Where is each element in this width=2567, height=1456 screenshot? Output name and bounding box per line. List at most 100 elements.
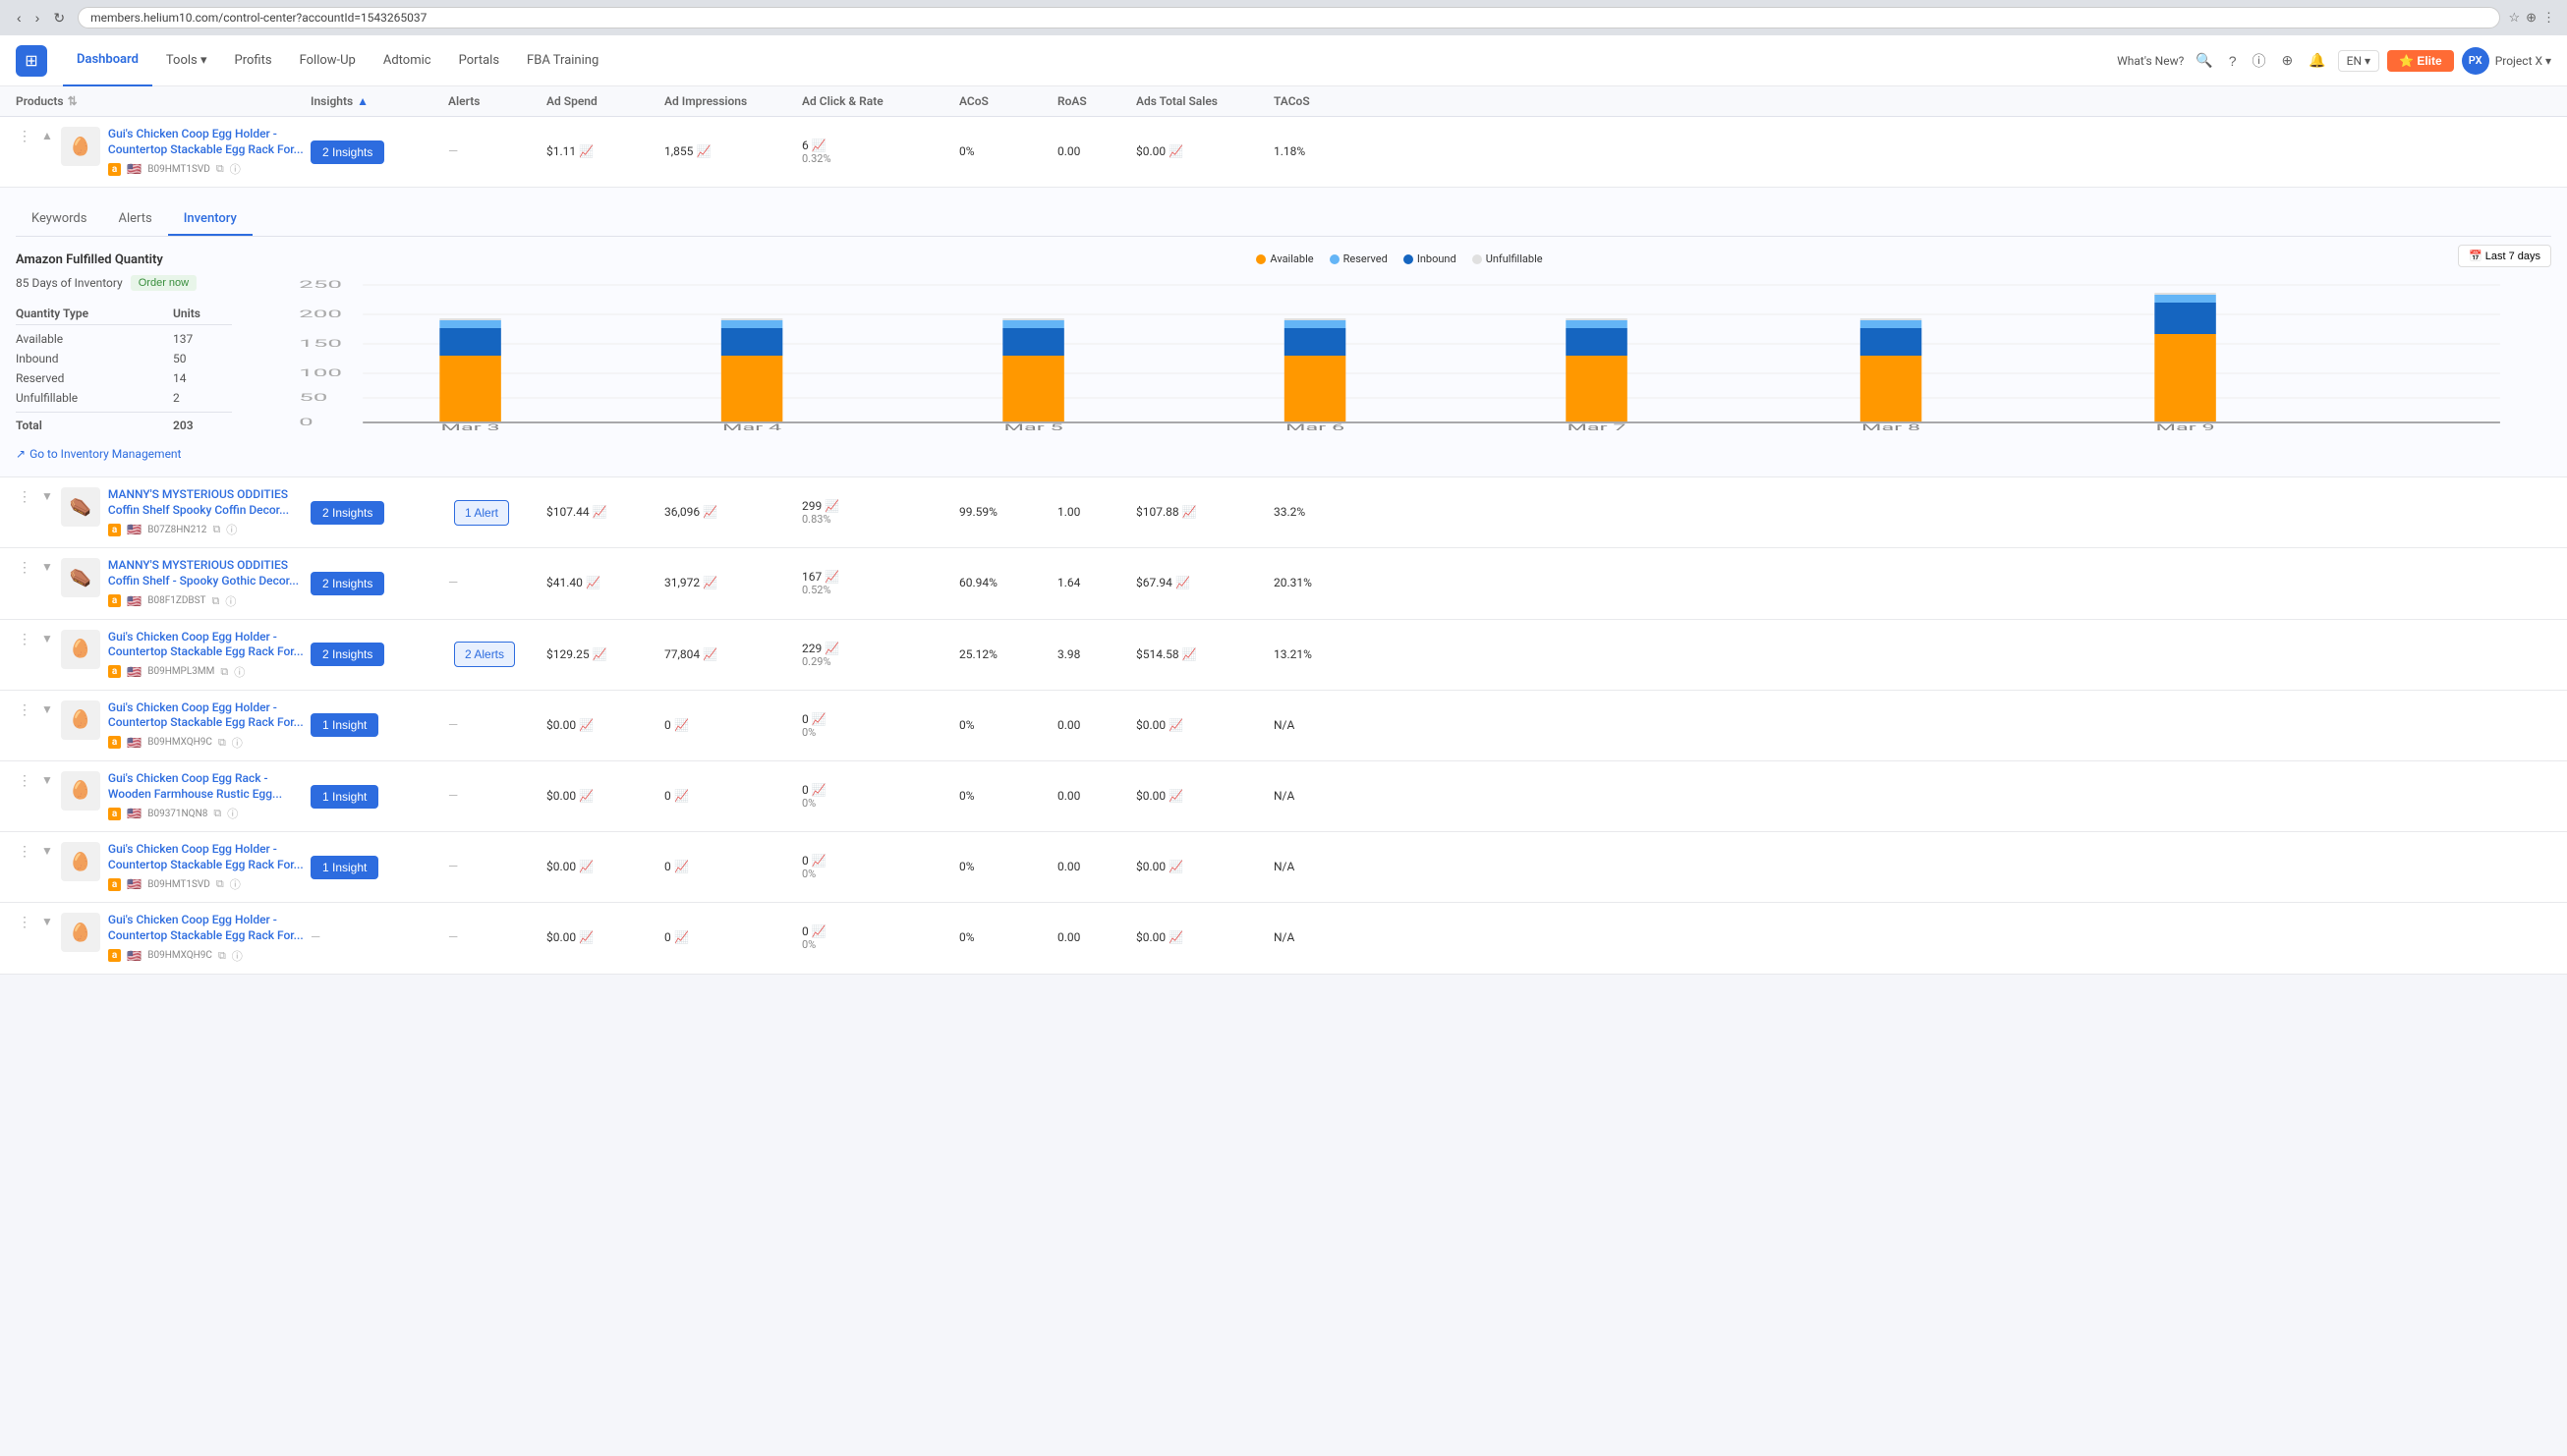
info-icon-b1[interactable]: ⓘ (225, 593, 236, 609)
nav-followup[interactable]: Follow-Up (286, 35, 370, 86)
info-icon-b6[interactable]: ⓘ (232, 948, 243, 964)
row-expand-b3[interactable]: ▼ (41, 702, 53, 716)
app-logo[interactable]: ⊞ (16, 45, 47, 77)
chart-icon-sales-b3[interactable]: 📈 (1169, 718, 1183, 732)
row-menu-b5[interactable]: ⋮ (16, 842, 33, 862)
adimpressions-chart-2[interactable]: 📈 (703, 505, 717, 519)
row-expand-b4[interactable]: ▼ (41, 773, 53, 787)
chart-icon-sales-b4[interactable]: 📈 (1169, 789, 1183, 803)
copy-icon-2[interactable]: ⧉ (212, 523, 220, 536)
back-button[interactable]: ‹ (12, 8, 27, 28)
url-bar[interactable]: members.helium10.com/control-center?acco… (78, 7, 2500, 28)
copy-icon-b2[interactable]: ⧉ (220, 665, 228, 679)
info-icon-1[interactable]: ⓘ (230, 161, 241, 177)
date-range-button[interactable]: 📅 Last 7 days (2458, 245, 2551, 267)
copy-icon-b1[interactable]: ⧉ (212, 594, 220, 608)
order-now-button[interactable]: Order now (131, 275, 197, 291)
tab-keywords[interactable]: Keywords (16, 203, 102, 236)
nav-fba-training[interactable]: FBA Training (513, 35, 612, 86)
info-icon-b5[interactable]: ⓘ (230, 876, 241, 892)
chart-icon-adspend-b6[interactable]: 📈 (579, 930, 594, 944)
copy-icon-b6[interactable]: ⧉ (218, 949, 226, 963)
row-expand-1[interactable]: ▲ (41, 129, 53, 142)
row-menu-1[interactable]: ⋮ (16, 127, 33, 146)
nav-adtomic[interactable]: Adtomic (370, 35, 445, 86)
info-button[interactable]: ⓘ (2249, 47, 2270, 75)
info-icon-b4[interactable]: ⓘ (227, 806, 238, 821)
copy-icon-b5[interactable]: ⧉ (216, 877, 224, 891)
adimpressions-chart-1[interactable]: 📈 (697, 144, 712, 158)
copy-icon-b4[interactable]: ⧉ (213, 807, 221, 820)
insights-btn-b1[interactable]: 2 Insights (311, 572, 384, 595)
alerts-btn-b2[interactable]: 2 Alerts (454, 642, 515, 667)
row-menu-2[interactable]: ⋮ (16, 487, 33, 507)
row-expand-b6[interactable]: ▼ (41, 915, 53, 928)
chart-icon-sales-b1[interactable]: 📈 (1175, 576, 1190, 589)
forward-button[interactable]: › (30, 8, 45, 28)
chart-icon-adimpr-b2[interactable]: 📈 (703, 647, 717, 661)
col-products[interactable]: Products ⇅ (16, 94, 311, 108)
row-expand-2[interactable]: ▼ (41, 489, 53, 503)
col-insights[interactable]: Insights ▲ (311, 94, 448, 108)
row-menu-b3[interactable]: ⋮ (16, 700, 33, 720)
adstotalsales-chart-1[interactable]: 📈 (1169, 144, 1183, 158)
search-button[interactable]: 🔍 (2192, 48, 2216, 73)
chart-icon-adimpr-b1[interactable]: 📈 (703, 576, 717, 589)
chart-icon-sales-b5[interactable]: 📈 (1169, 860, 1183, 873)
chart-icon-sales-b2[interactable]: 📈 (1182, 647, 1197, 661)
product-name-b4[interactable]: Gui's Chicken Coop Egg Rack - Wooden Far… (108, 771, 311, 802)
chart-icon-adimpr-b5[interactable]: 📈 (674, 860, 689, 873)
info-icon-b3[interactable]: ⓘ (232, 735, 243, 751)
chart-icon-adimpr-b3[interactable]: 📈 (674, 718, 689, 732)
insights-btn-b5[interactable]: 1 Insight (311, 856, 378, 879)
product-name-1[interactable]: Gui's Chicken Coop Egg Holder - Countert… (108, 127, 311, 157)
info-icon-2[interactable]: ⓘ (226, 522, 237, 537)
language-selector[interactable]: EN ▾ (2338, 50, 2379, 72)
elite-button[interactable]: ⭐ Elite (2387, 50, 2454, 72)
chart-icon-adspend-b5[interactable]: 📈 (579, 860, 594, 873)
product-name-b3[interactable]: Gui's Chicken Coop Egg Holder - Countert… (108, 700, 311, 731)
row-menu-b1[interactable]: ⋮ (16, 558, 33, 578)
row-expand-b5[interactable]: ▼ (41, 844, 53, 858)
whats-new-link[interactable]: What's New? (2117, 54, 2184, 68)
product-name-b6[interactable]: Gui's Chicken Coop Egg Holder - Countert… (108, 913, 311, 943)
alerts-button-2[interactable]: 1 Alert (454, 500, 509, 526)
row-expand-b1[interactable]: ▼ (41, 560, 53, 574)
product-name-2[interactable]: MANNY'S MYSTERIOUS ODDITIES Coffin Shelf… (108, 487, 311, 518)
nav-dashboard[interactable]: Dashboard (63, 35, 152, 86)
nav-profits[interactable]: Profits (221, 35, 286, 86)
adspend-chart-1[interactable]: 📈 (579, 144, 594, 158)
chart-icon-sales-b6[interactable]: 📈 (1169, 930, 1183, 944)
insights-btn-b4[interactable]: 1 Insight (311, 785, 378, 809)
insights-button-2[interactable]: 2 Insights (311, 501, 384, 525)
insights-btn-b3[interactable]: 1 Insight (311, 713, 378, 737)
go-to-inventory-link[interactable]: ↗ Go to Inventory Management (16, 447, 232, 461)
chart-icon-adspend-b3[interactable]: 📈 (579, 718, 594, 732)
tab-inventory[interactable]: Inventory (168, 203, 253, 236)
nav-portals[interactable]: Portals (445, 35, 513, 86)
product-name-b5[interactable]: Gui's Chicken Coop Egg Holder - Countert… (108, 842, 311, 872)
product-name-b2[interactable]: Gui's Chicken Coop Egg Holder - Countert… (108, 630, 311, 660)
adspend-chart-2[interactable]: 📈 (593, 505, 607, 519)
info-icon-b2[interactable]: ⓘ (234, 664, 245, 680)
chart-icon-adspend-b2[interactable]: 📈 (593, 647, 607, 661)
chart-icon-adimpr-b6[interactable]: 📈 (674, 930, 689, 944)
row-menu-b4[interactable]: ⋮ (16, 771, 33, 791)
insights-button-1[interactable]: 2 Insights (311, 140, 384, 164)
copy-icon-1[interactable]: ⧉ (216, 162, 224, 176)
nav-tools[interactable]: Tools ▾ (152, 35, 221, 86)
chart-icon-adspend-b1[interactable]: 📈 (586, 576, 600, 589)
row-menu-b2[interactable]: ⋮ (16, 630, 33, 649)
reload-button[interactable]: ↻ (48, 8, 70, 28)
settings-button[interactable]: ⊕ (2278, 48, 2298, 73)
notifications-button[interactable]: 🔔 (2305, 48, 2329, 73)
copy-icon-b3[interactable]: ⧉ (218, 736, 226, 750)
row-expand-b2[interactable]: ▼ (41, 632, 53, 645)
insights-btn-b2[interactable]: 2 Insights (311, 643, 384, 666)
browser-navigation[interactable]: ‹ › ↻ (12, 8, 70, 28)
row-menu-b6[interactable]: ⋮ (16, 913, 33, 932)
tab-alerts[interactable]: Alerts (102, 203, 167, 236)
product-name-b1[interactable]: MANNY'S MYSTERIOUS ODDITIES Coffin Shelf… (108, 558, 311, 588)
chart-icon-adimpr-b4[interactable]: 📈 (674, 789, 689, 803)
adstotalsales-chart-2[interactable]: 📈 (1182, 505, 1197, 519)
